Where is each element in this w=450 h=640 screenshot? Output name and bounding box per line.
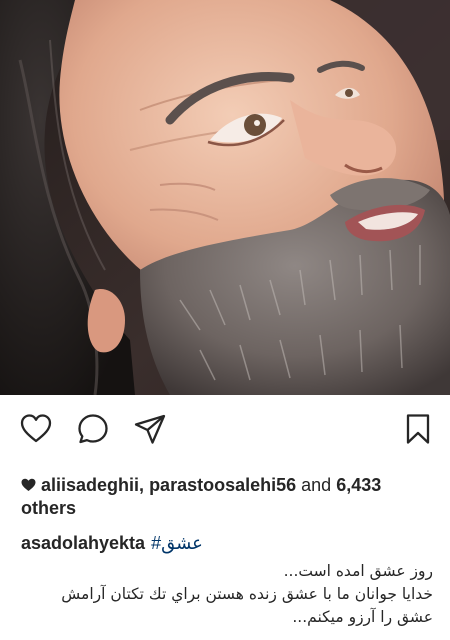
- likes-and-text: and: [296, 475, 337, 495]
- caption-line: خدايا جوانان ما با عشق زنده هستن براي تك…: [61, 585, 433, 603]
- caption-line: روز عشق امده است...: [283, 562, 433, 580]
- likes-others[interactable]: others: [21, 498, 76, 518]
- post-photo[interactable]: [0, 0, 450, 395]
- caption-header: asadolahyekta #عشق: [21, 532, 203, 554]
- bookmark-icon[interactable]: [401, 412, 435, 446]
- post-action-bar: [0, 404, 450, 450]
- caption-text: روز عشق امده است... خدايا جوانان ما با ع…: [18, 560, 433, 629]
- caption-username[interactable]: asadolahyekta: [21, 533, 145, 553]
- heart-outline-icon[interactable]: [19, 412, 53, 446]
- post-photo-image: [0, 0, 450, 395]
- likes-count[interactable]: 6,433: [336, 475, 381, 495]
- liker-username-2[interactable]: parastoosalehi56: [149, 475, 296, 495]
- small-heart-icon: [21, 475, 36, 491]
- speech-bubble-icon[interactable]: [76, 412, 110, 446]
- caption-line: عشق را آرزو ميكنم...: [292, 608, 433, 626]
- caption-hashtag[interactable]: #عشق: [151, 533, 203, 553]
- likes-summary: aliisadeghii, parastoosalehi56 and 6,433…: [21, 474, 436, 520]
- likes-separator: ,: [139, 475, 150, 495]
- paper-plane-icon[interactable]: [133, 412, 167, 446]
- liker-username-1[interactable]: aliisadeghii: [41, 475, 139, 495]
